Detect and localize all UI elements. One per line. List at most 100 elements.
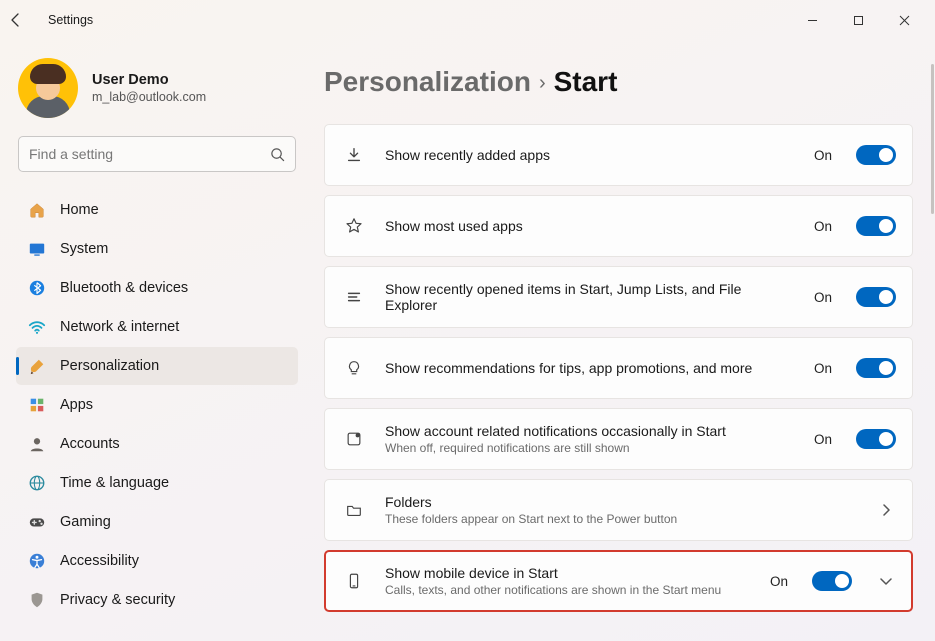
- toggle-switch[interactable]: [856, 145, 896, 165]
- breadcrumb: Personalization › Start: [324, 66, 913, 98]
- search-input[interactable]: [29, 146, 270, 162]
- setting-text: Show recently added apps: [385, 147, 796, 163]
- minimize-button[interactable]: [789, 4, 835, 36]
- window-title: Settings: [48, 13, 93, 27]
- badge-icon: [341, 430, 367, 448]
- user-email: m_lab@outlook.com: [92, 90, 206, 104]
- sidebar-item-time[interactable]: Time & language: [16, 464, 298, 502]
- setting-title: Show recommendations for tips, app promo…: [385, 360, 796, 376]
- lines-icon: [341, 288, 367, 306]
- toggle-switch[interactable]: [856, 358, 896, 378]
- download-icon: [341, 146, 367, 164]
- setting-title: Show account related notifications occas…: [385, 423, 796, 439]
- sidebar-item-label: Apps: [60, 397, 93, 413]
- globe-icon: [28, 474, 46, 492]
- profile-card[interactable]: User Demo m_lab@outlook.com: [18, 58, 296, 118]
- toggle-state-label: On: [814, 361, 832, 376]
- toggle-switch[interactable]: [856, 287, 896, 307]
- gamepad-icon: [28, 513, 46, 531]
- sidebar-item-label: System: [60, 241, 108, 257]
- avatar: [18, 58, 78, 118]
- phone-icon: [341, 572, 367, 590]
- toggle-state-label: On: [814, 219, 832, 234]
- setting-subtitle: Calls, texts, and other notifications ar…: [385, 583, 752, 597]
- toggle-switch[interactable]: [856, 216, 896, 236]
- search-box[interactable]: [18, 136, 296, 172]
- sidebar-item-accessibility[interactable]: Accessibility: [16, 542, 298, 580]
- setting-recently-added[interactable]: Show recently added apps On: [324, 124, 913, 186]
- setting-title: Show recently added apps: [385, 147, 796, 163]
- wifi-icon: [28, 318, 46, 336]
- setting-account-notifs[interactable]: Show account related notifications occas…: [324, 408, 913, 470]
- sidebar-item-label: Time & language: [60, 475, 169, 491]
- setting-text: Show recently opened items in Start, Jum…: [385, 281, 796, 313]
- setting-most-used[interactable]: Show most used apps On: [324, 195, 913, 257]
- setting-text: Folders These folders appear on Start nex…: [385, 494, 852, 526]
- sidebar-item-personalization[interactable]: Personalization: [16, 347, 298, 385]
- sidebar-item-system[interactable]: System: [16, 230, 298, 268]
- sidebar-item-gaming[interactable]: Gaming: [16, 503, 298, 541]
- titlebar: Settings: [0, 0, 935, 40]
- nav-list: Home System Bluetooth & devices Network & i…: [14, 190, 300, 641]
- setting-subtitle: When off, required notifications are sti…: [385, 441, 796, 455]
- setting-title: Show recently opened items in Start, Jum…: [385, 281, 796, 313]
- bulb-icon: [341, 359, 367, 377]
- sidebar-item-label: Gaming: [60, 514, 111, 530]
- sidebar-item-home[interactable]: Home: [16, 191, 298, 229]
- breadcrumb-separator-icon: ›: [539, 72, 546, 95]
- toggle-state-label: On: [814, 432, 832, 447]
- setting-recommendations[interactable]: Show recommendations for tips, app promo…: [324, 337, 913, 399]
- star-icon: [341, 217, 367, 235]
- user-name: User Demo: [92, 72, 206, 88]
- shield-icon: [28, 591, 46, 609]
- brush-icon: [28, 357, 46, 375]
- home-icon: [28, 201, 46, 219]
- main-content: Personalization › Start Show recently ad…: [310, 40, 935, 641]
- search-icon: [270, 147, 285, 162]
- person-icon: [28, 435, 46, 453]
- sidebar-item-label: Accounts: [60, 436, 120, 452]
- sidebar-item-apps[interactable]: Apps: [16, 386, 298, 424]
- sidebar: User Demo m_lab@outlook.com Home System Bl…: [0, 40, 310, 641]
- maximize-button[interactable]: [835, 4, 881, 36]
- sidebar-item-bluetooth[interactable]: Bluetooth & devices: [16, 269, 298, 307]
- setting-subtitle: These folders appear on Start next to th…: [385, 512, 852, 526]
- toggle-switch[interactable]: [856, 429, 896, 449]
- setting-text: Show recommendations for tips, app promo…: [385, 360, 796, 376]
- sidebar-item-network[interactable]: Network & internet: [16, 308, 298, 346]
- setting-mobile[interactable]: Show mobile device in Start Calls, texts,…: [324, 550, 913, 612]
- sidebar-item-label: Network & internet: [60, 319, 179, 335]
- sidebar-item-accounts[interactable]: Accounts: [16, 425, 298, 463]
- settings-list: Show recently added appsOnShow most used…: [324, 124, 913, 612]
- folder-icon: [341, 501, 367, 519]
- setting-text: Show most used apps: [385, 218, 796, 234]
- setting-text: Show mobile device in Start Calls, texts,…: [385, 565, 752, 597]
- bluetooth-icon: [28, 279, 46, 297]
- sidebar-item-label: Privacy & security: [60, 592, 175, 608]
- setting-text: Show account related notifications occas…: [385, 423, 796, 455]
- sidebar-item-label: Accessibility: [60, 553, 139, 569]
- chevron-right-icon: [880, 504, 896, 516]
- back-button[interactable]: [8, 12, 42, 28]
- accessibility-icon: [28, 552, 46, 570]
- chevron-down-icon[interactable]: [880, 575, 896, 587]
- setting-title: Folders: [385, 494, 852, 510]
- setting-recent-items[interactable]: Show recently opened items in Start, Jum…: [324, 266, 913, 328]
- close-button[interactable]: [881, 4, 927, 36]
- toggle-state-label: On: [814, 148, 832, 163]
- toggle-state-label: On: [814, 290, 832, 305]
- system-icon: [28, 240, 46, 258]
- breadcrumb-parent[interactable]: Personalization: [324, 66, 531, 98]
- sidebar-item-label: Personalization: [60, 358, 159, 374]
- setting-title: Show most used apps: [385, 218, 796, 234]
- sidebar-item-privacy[interactable]: Privacy & security: [16, 581, 298, 619]
- window-controls: [789, 4, 927, 36]
- toggle-switch[interactable]: [812, 571, 852, 591]
- breadcrumb-current: Start: [554, 66, 618, 98]
- toggle-state-label: On: [770, 574, 788, 589]
- setting-folders[interactable]: Folders These folders appear on Start nex…: [324, 479, 913, 541]
- setting-title: Show mobile device in Start: [385, 565, 752, 581]
- apps-icon: [28, 396, 46, 414]
- scrollbar[interactable]: [931, 60, 934, 640]
- sidebar-item-label: Bluetooth & devices: [60, 280, 188, 296]
